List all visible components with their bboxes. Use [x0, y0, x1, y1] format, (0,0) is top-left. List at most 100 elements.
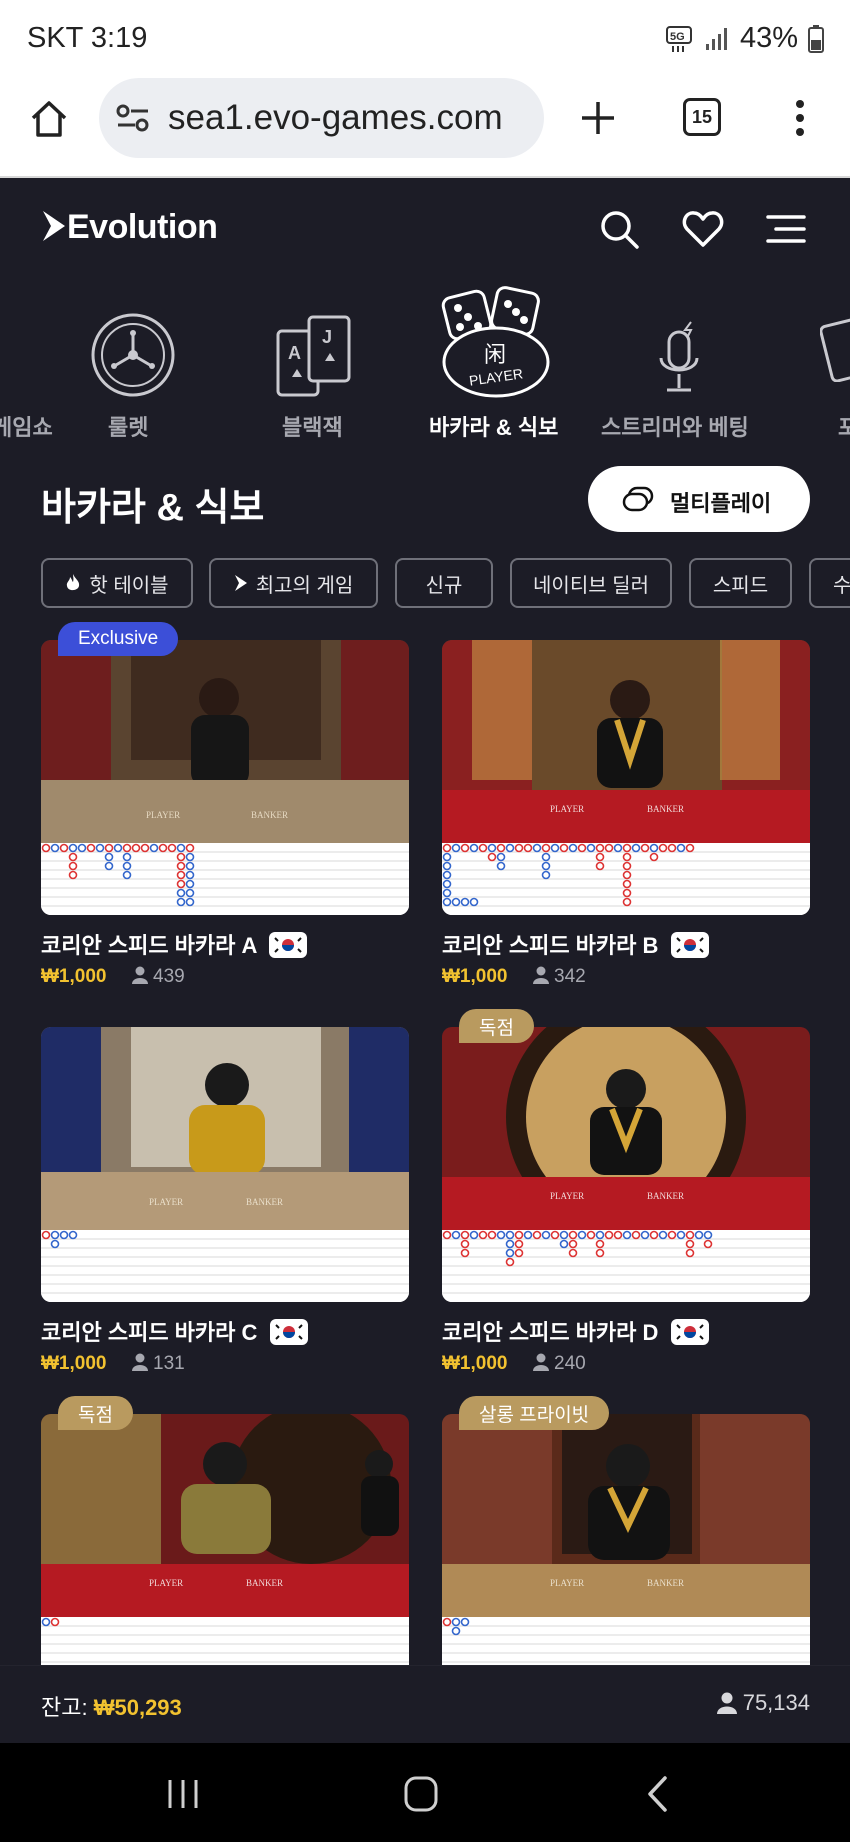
poker-cards-icon [820, 318, 850, 382]
evolution-logo[interactable]: Evolution [41, 208, 218, 247]
game-meta: ₩1,000 240 [442, 1353, 586, 1375]
network-5g-icon: 5G [665, 25, 692, 52]
filter-native-dealer[interactable]: 네이티브 딜러 [510, 558, 672, 608]
dealer-scene-image: PLAYER BANKER [41, 1414, 409, 1617]
exclusive-badge: 독점 [58, 1396, 133, 1430]
svg-text:BANKER: BANKER [251, 810, 288, 820]
player-icon [532, 966, 549, 984]
game-meta: ₩1,000 342 [442, 966, 586, 988]
player-count: 240 [554, 1353, 586, 1374]
svg-text:PLAYER: PLAYER [550, 1191, 584, 1201]
svg-text:PLAYER: PLAYER [149, 1197, 183, 1207]
recent-apps-icon[interactable] [166, 1777, 200, 1811]
address-bar[interactable]: sea1.evo-games.com [99, 78, 544, 158]
korea-flag-icon [670, 932, 709, 958]
filter-hot-tables[interactable]: 핫 테이블 [41, 558, 193, 608]
back-icon[interactable] [645, 1775, 669, 1813]
svg-text:A: A [288, 343, 301, 363]
menu-icon[interactable] [766, 214, 806, 244]
microphone-icon [659, 321, 699, 392]
korea-flag-icon [268, 932, 307, 958]
dealer-scene-image: PLAYER BANKER [41, 640, 409, 843]
filter-speed[interactable]: 스피드 [689, 558, 792, 608]
filter-partial[interactable]: 수 [809, 558, 850, 608]
svg-text:PLAYER: PLAYER [146, 810, 180, 820]
dealer-scene-image: PLAYER BANKER [442, 1414, 810, 1617]
favorites-heart-icon[interactable] [682, 210, 724, 248]
game-meta: ₩1,000 439 [41, 966, 185, 988]
playing-cards-icon: A J [276, 315, 351, 397]
svg-text:J: J [322, 327, 332, 347]
min-bet: ₩1,000 [41, 966, 107, 987]
exclusive-badge: Exclusive [58, 622, 179, 656]
app-content: Evolution 게임쇼 룰렛 A J 블랙잭 闲 PLAYER 바카라 & … [0, 178, 850, 1743]
game-title: 코리안 스피드 바카라 A [41, 928, 307, 960]
category-label: 바카라 & 식보 [429, 415, 559, 440]
svg-text:BANKER: BANKER [246, 1197, 283, 1207]
category-partial-left[interactable]: 게임쇼 [0, 410, 53, 442]
category-label: 블랙잭 [282, 415, 343, 440]
new-tab-icon[interactable] [578, 98, 618, 138]
multiplay-label: 멀티플레이 [670, 491, 772, 516]
roadmap-grid [442, 1230, 810, 1302]
min-bet: ₩1,000 [442, 1353, 508, 1374]
multiplay-icon [622, 486, 654, 512]
category-label: 스트리머와 베팅 [601, 415, 749, 440]
filter-label: 핫 테이블 [89, 574, 169, 597]
player-count: 131 [153, 1353, 185, 1374]
game-thumbnail[interactable]: PLAYER BANKER [41, 1027, 409, 1302]
game-thumbnail[interactable]: PLAYER BANKER [442, 1027, 810, 1302]
search-icon[interactable] [598, 208, 640, 250]
filter-label: 스피드 [712, 574, 769, 597]
game-title: 코리안 스피드 바카라 D [442, 1315, 709, 1347]
home-icon[interactable] [28, 98, 70, 140]
filter-new[interactable]: 신규 [395, 558, 493, 608]
url-text: sea1.evo-games.com [168, 98, 503, 137]
browser-toolbar: sea1.evo-games.com 15 [0, 78, 850, 178]
signal-icon [705, 27, 727, 50]
dealer-scene-image: PLAYER BANKER [442, 640, 810, 843]
balance-amount: ₩50,293 [93, 1695, 182, 1720]
game-title: 코리안 스피드 바카라 C [41, 1315, 308, 1347]
min-bet: ₩1,000 [41, 1353, 107, 1374]
roadmap-grid [442, 843, 810, 915]
balance-bar: 잔고: ₩50,293 75,134 [0, 1665, 850, 1743]
player-count: 439 [153, 966, 185, 987]
baccarat-dice-icon: 闲 PLAYER [441, 286, 550, 398]
game-thumbnail[interactable]: PLAYER BANKER [41, 640, 409, 915]
roulette-wheel-icon [91, 313, 175, 397]
dealer-scene-image: PLAYER BANKER [442, 1027, 810, 1230]
svg-text:BANKER: BANKER [647, 1191, 684, 1201]
category-label: 룰렛 [108, 415, 149, 440]
balance-label: 잔고: [41, 1695, 94, 1720]
battery-percent: 43% [739, 22, 798, 54]
game-title: 코리안 스피드 바카라 B [442, 928, 709, 960]
multiplay-button[interactable]: 멀티플레이 [588, 466, 810, 532]
svg-text:PLAYER: PLAYER [550, 1578, 584, 1588]
home-nav-icon[interactable] [403, 1775, 439, 1813]
evolution-mark-icon [234, 575, 247, 591]
tab-switcher-button[interactable]: 15 [683, 98, 721, 136]
system-navigation-bar [0, 1743, 850, 1842]
exclusive-badge: 독점 [459, 1009, 534, 1043]
flame-icon [67, 574, 80, 591]
filter-label: 신규 [425, 574, 463, 597]
more-menu-icon[interactable] [790, 98, 810, 138]
salon-private-badge: 살롱 프라이빗 [459, 1396, 610, 1430]
evolution-mark-icon [43, 211, 65, 241]
tab-count: 15 [691, 106, 713, 127]
game-thumbnail[interactable]: PLAYER BANKER [41, 1414, 409, 1689]
page-title: 바카라 & 식보 [41, 487, 265, 529]
player-icon [532, 1353, 549, 1371]
game-thumbnail[interactable]: PLAYER BANKER [442, 1414, 810, 1689]
player-icon [131, 1353, 148, 1371]
svg-text:BANKER: BANKER [647, 804, 684, 814]
filter-top-games[interactable]: 최고의 게임 [209, 558, 378, 608]
korea-flag-icon [670, 1319, 709, 1345]
svg-text:PLAYER: PLAYER [149, 1578, 183, 1588]
svg-text:PLAYER: PLAYER [550, 804, 584, 814]
roadmap-grid [41, 843, 409, 915]
player-icon [716, 1692, 737, 1714]
game-thumbnail[interactable]: PLAYER BANKER [442, 640, 810, 915]
site-settings-icon[interactable] [116, 102, 150, 134]
